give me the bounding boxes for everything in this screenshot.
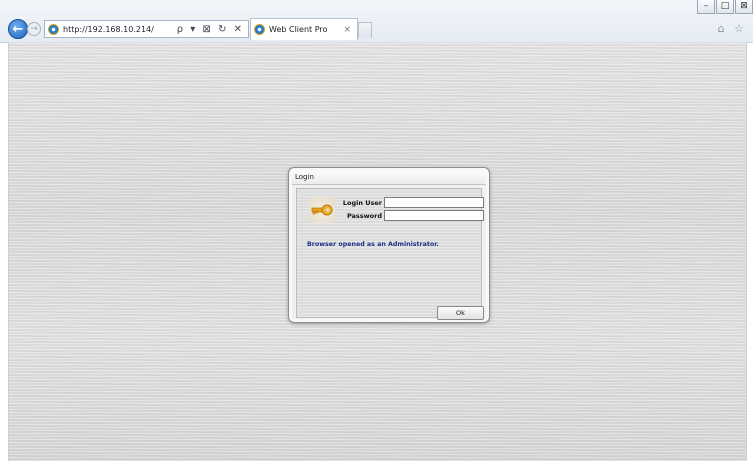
administrator-message: Browser opened as an Administrator. (307, 241, 439, 248)
address-bar[interactable]: http://192.168.10.214/ ρ ▾ ⊠ ↻ ✕ (44, 20, 249, 38)
password-input[interactable] (384, 210, 484, 221)
dialog-body: Login User Password Browser opened as an… (296, 188, 484, 320)
close-window-button[interactable]: ⊠ (735, 0, 753, 14)
login-user-input[interactable] (384, 197, 484, 208)
tab-close-icon[interactable]: × (343, 25, 351, 35)
arrow-left-icon: ← (12, 22, 24, 37)
address-url[interactable]: http://192.168.10.214/ (63, 25, 154, 34)
login-user-label: Login User (342, 199, 382, 207)
browser-toolbar: – □ ⊠ ← → http://192.168.10.214/ ρ ▾ ⊠ ↻… (0, 0, 753, 43)
dialog-title: Login (292, 171, 486, 185)
login-dialog: Login Login User Password Browser opened… (288, 167, 490, 323)
browser-window: – □ ⊠ ← → http://192.168.10.214/ ρ ▾ ⊠ ↻… (0, 0, 753, 461)
ok-button[interactable]: Ok (437, 306, 484, 320)
minimize-button[interactable]: – (697, 0, 715, 14)
address-bar-tools[interactable]: ρ ▾ ⊠ ↻ ✕ (177, 24, 244, 35)
new-tab-button[interactable] (358, 22, 372, 38)
site-favicon-icon (48, 23, 59, 35)
maximize-button[interactable]: □ (716, 0, 734, 14)
back-button[interactable]: ← (8, 19, 28, 39)
home-favorites-icons[interactable]: ⌂ ☆ (718, 22, 747, 35)
arrow-right-icon: → (30, 24, 38, 34)
tab-web-client-pro[interactable]: Web Client Pro × (250, 18, 358, 40)
tab-title[interactable]: Web Client Pro (269, 25, 327, 34)
forward-button[interactable]: → (27, 22, 41, 36)
tab-favicon-icon (254, 24, 265, 35)
password-label: Password (346, 212, 382, 220)
window-controls: – □ ⊠ (696, 0, 753, 16)
